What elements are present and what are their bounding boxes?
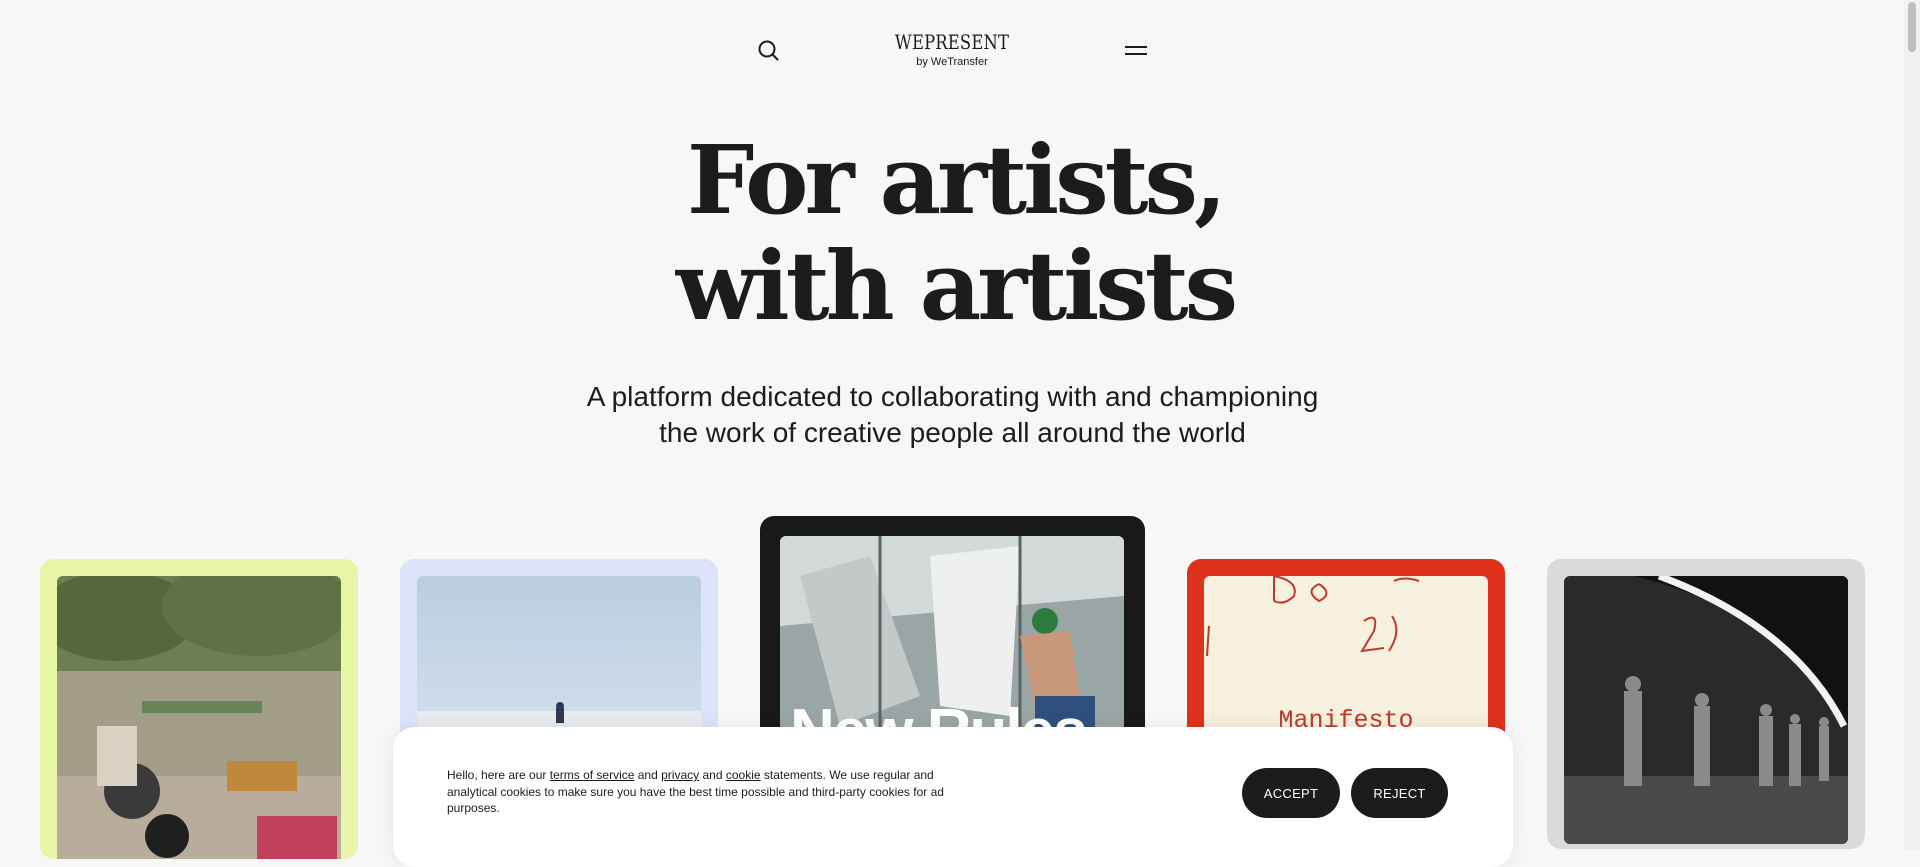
terms-of-service-link[interactable]: terms of service — [550, 768, 635, 782]
reject-button[interactable]: REJECT — [1351, 768, 1448, 818]
menu-button[interactable] — [1125, 44, 1147, 58]
page-scrollbar[interactable] — [1904, 0, 1920, 850]
scrollbar-thumb[interactable] — [1908, 2, 1916, 52]
hero-title: For artists, with artists — [560, 128, 1350, 340]
hamburger-line — [1125, 53, 1147, 55]
logo-wordmark: WEPRESENT — [894, 30, 1010, 54]
street-scene-illustration — [57, 576, 341, 859]
cookie-text-intro: Hello, here are our — [447, 768, 550, 782]
accept-button[interactable]: ACCEPT — [1242, 768, 1340, 818]
tunnel-illustration — [1564, 576, 1848, 844]
story-card-street[interactable] — [40, 559, 358, 859]
hero-title-line-1: For artists, — [686, 125, 1227, 236]
privacy-link[interactable]: privacy — [661, 768, 699, 782]
hamburger-menu-icon — [1125, 46, 1147, 48]
site-header: WEPRESENT by WeTransfer — [0, 0, 1904, 100]
search-button[interactable] — [756, 38, 782, 64]
search-icon — [758, 40, 779, 61]
cookie-banner: Hello, here are our terms of service and… — [393, 727, 1513, 867]
site-logo[interactable]: WEPRESENT by WeTransfer — [852, 30, 1052, 69]
story-card-tunnel[interactable] — [1547, 559, 1865, 849]
street-scene-image — [57, 576, 341, 859]
cookie-link[interactable]: cookie — [726, 768, 761, 782]
logo-byline: by WeTransfer — [916, 56, 988, 68]
cookie-text-and: and — [634, 768, 662, 782]
hero-subtitle-line-1: A platform dedicated to collaborating wi… — [586, 381, 1319, 412]
tunnel-figures-image — [1564, 576, 1848, 844]
hero-subtitle-line-2: the work of creative people all around t… — [659, 417, 1246, 448]
cookie-message: Hello, here are our terms of service and… — [447, 767, 967, 817]
cookie-text-and: and — [699, 768, 726, 782]
hero-title-line-2: with artists — [675, 231, 1238, 342]
hero-subtitle: A platform dedicated to collaborating wi… — [560, 379, 1345, 451]
